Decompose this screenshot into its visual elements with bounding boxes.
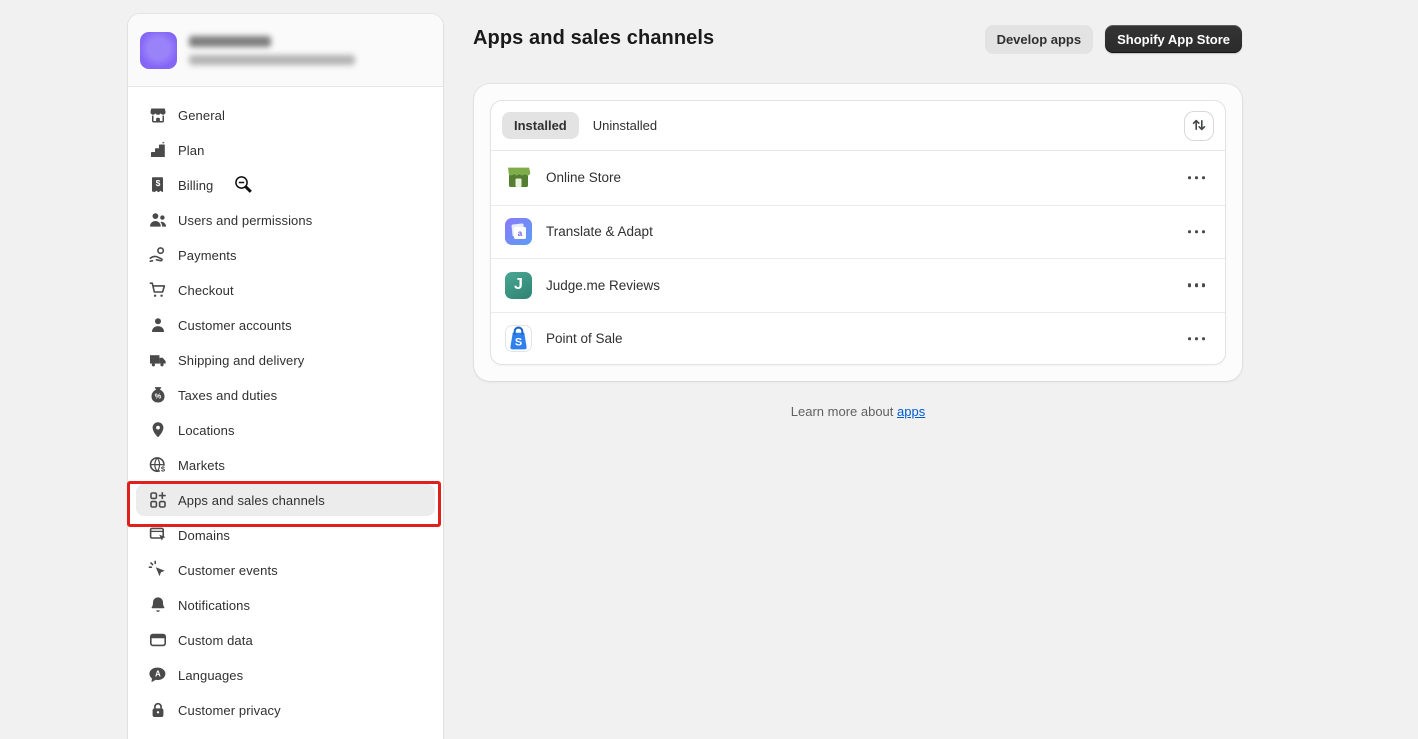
sidebar-item-label: Plan — [178, 143, 204, 158]
sidebar-item-plan[interactable]: Plan — [136, 134, 435, 166]
online-store-icon — [505, 164, 532, 191]
svg-text:A: A — [155, 670, 161, 679]
apps-link[interactable]: apps — [897, 404, 925, 419]
sidebar-item-taxes-and-duties[interactable]: % Taxes and duties — [136, 379, 435, 411]
app-name: Point of Sale — [546, 331, 623, 346]
sidebar-item-customer-accounts[interactable]: Customer accounts — [136, 309, 435, 341]
sidebar-item-label: Users and permissions — [178, 213, 312, 228]
sidebar-item-label: Shipping and delivery — [178, 353, 304, 368]
installed-apps-panel: Installed Uninstalled Online Store a Tra… — [490, 100, 1226, 365]
globe-dollar-icon: $ — [148, 455, 168, 475]
apps-card: Installed Uninstalled Online Store a Tra… — [474, 84, 1242, 381]
svg-text:$: $ — [156, 178, 161, 188]
sidebar-item-label: Custom data — [178, 633, 253, 648]
receipt-icon: $ — [148, 175, 168, 195]
store-icon — [148, 105, 168, 125]
sort-arrows-icon — [1191, 117, 1207, 136]
sidebar-item-custom-data[interactable]: Custom data — [136, 624, 435, 656]
store-account-texts — [189, 36, 355, 65]
apps-tab-row: Installed Uninstalled — [491, 101, 1225, 151]
users-icon — [148, 210, 168, 230]
page-title: Apps and sales channels — [473, 27, 714, 50]
learn-more-label: Learn more about — [791, 404, 897, 419]
learn-more-text: Learn more about apps — [474, 404, 1242, 419]
sidebar-item-users-and-permissions[interactable]: Users and permissions — [136, 204, 435, 236]
cart-icon — [148, 280, 168, 300]
app-row-judgeme-reviews[interactable]: J Judge.me Reviews — [491, 258, 1225, 312]
app-row-point-of-sale[interactable]: S Point of Sale — [491, 312, 1225, 366]
judgeme-icon: J — [505, 272, 532, 299]
app-row-translate-adapt[interactable]: a Translate & Adapt — [491, 205, 1225, 259]
store-avatar — [140, 32, 177, 69]
sidebar-item-label: Markets — [178, 458, 225, 473]
sidebar-item-markets[interactable]: $ Markets — [136, 449, 435, 481]
app-row-online-store[interactable]: Online Store — [491, 151, 1225, 205]
sidebar-item-languages[interactable]: A Languages — [136, 659, 435, 691]
person-icon — [148, 315, 168, 335]
sidebar-item-label: General — [178, 108, 225, 123]
svg-text:%: % — [155, 392, 162, 401]
apps-grid-plus-icon — [148, 490, 168, 510]
develop-apps-button[interactable]: Develop apps — [985, 25, 1094, 53]
svg-text:a: a — [518, 229, 523, 238]
tab-installed[interactable]: Installed — [502, 112, 579, 139]
sidebar-item-label: Apps and sales channels — [178, 493, 325, 508]
store-domain-redacted — [189, 55, 355, 65]
svg-text:S: S — [515, 337, 522, 349]
tab-uninstalled[interactable]: Uninstalled — [581, 112, 669, 139]
sidebar-item-payments[interactable]: Payments — [136, 239, 435, 271]
truck-icon — [148, 350, 168, 370]
click-spark-icon — [148, 560, 168, 580]
sidebar-item-locations[interactable]: Locations — [136, 414, 435, 446]
hand-coin-icon — [148, 245, 168, 265]
settings-nav: General Plan $ Billing Users and permiss… — [128, 87, 443, 737]
sort-button[interactable] — [1184, 111, 1214, 141]
ellipsis-menu-icon[interactable] — [1184, 170, 1210, 186]
lock-icon — [148, 700, 168, 720]
bell-icon — [148, 595, 168, 615]
map-pin-icon — [148, 420, 168, 440]
shopify-app-store-button[interactable]: Shopify App Store — [1105, 25, 1242, 53]
sidebar-item-label: Languages — [178, 668, 243, 683]
app-name: Translate & Adapt — [546, 224, 653, 239]
sidebar-item-general[interactable]: General — [136, 99, 435, 131]
sidebar-item-label: Checkout — [178, 283, 234, 298]
sidebar-item-apps-and-sales-channels[interactable]: Apps and sales channels — [136, 484, 435, 516]
app-name: Judge.me Reviews — [546, 278, 660, 293]
ellipsis-menu-icon[interactable] — [1184, 224, 1210, 240]
sidebar-item-customer-events[interactable]: Customer events — [136, 554, 435, 586]
sidebar-item-label: Customer events — [178, 563, 278, 578]
sidebar-item-billing[interactable]: $ Billing — [136, 169, 435, 201]
window-cursor-icon — [148, 525, 168, 545]
sidebar-item-label: Customer accounts — [178, 318, 292, 333]
point-of-sale-icon: S — [505, 325, 532, 352]
translate-bubble-icon: A — [148, 665, 168, 685]
data-box-icon — [148, 630, 168, 650]
sidebar-item-label: Payments — [178, 248, 237, 263]
sidebar-item-notifications[interactable]: Notifications — [136, 589, 435, 621]
header-actions: Develop apps Shopify App Store — [985, 25, 1242, 53]
sidebar-item-label: Customer privacy — [178, 703, 281, 718]
store-name-redacted — [189, 36, 271, 47]
app-name: Online Store — [546, 170, 621, 185]
svg-text:$: $ — [161, 465, 166, 474]
plan-steps-icon — [148, 140, 168, 160]
sidebar-item-label: Billing — [178, 178, 213, 193]
sidebar-item-shipping-and-delivery[interactable]: Shipping and delivery — [136, 344, 435, 376]
sidebar-item-label: Taxes and duties — [178, 388, 277, 403]
sidebar-item-label: Locations — [178, 423, 235, 438]
sidebar-item-customer-privacy[interactable]: Customer privacy — [136, 694, 435, 726]
settings-sidebar: General Plan $ Billing Users and permiss… — [128, 14, 443, 739]
sidebar-item-checkout[interactable]: Checkout — [136, 274, 435, 306]
translate-adapt-icon: a — [505, 218, 532, 245]
ellipsis-menu-icon[interactable] — [1184, 331, 1210, 347]
sidebar-item-domains[interactable]: Domains — [136, 519, 435, 551]
money-bag-icon: % — [148, 385, 168, 405]
ellipsis-menu-icon[interactable] — [1184, 278, 1210, 294]
store-account-header[interactable] — [128, 14, 443, 87]
sidebar-item-label: Domains — [178, 528, 230, 543]
sidebar-item-label: Notifications — [178, 598, 250, 613]
